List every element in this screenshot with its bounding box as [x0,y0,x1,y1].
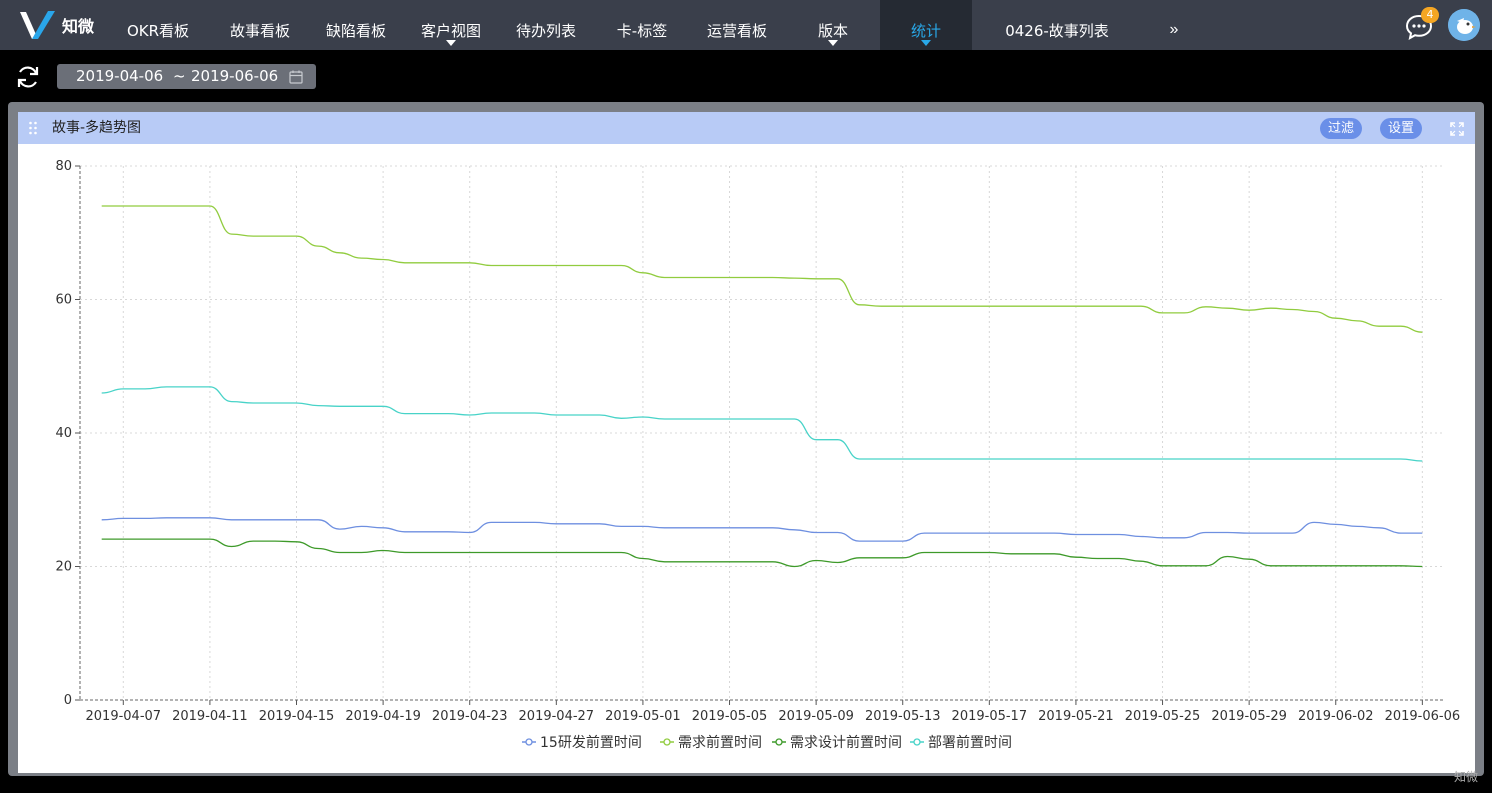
nav-item-8[interactable]: 统计 [880,0,972,50]
x-tick-label: 2019-06-06 [1385,709,1461,724]
avatar-bird-icon [1448,9,1480,41]
nav-item-label: 运营看板 [706,22,767,40]
filter-button[interactable]: 过滤 [1320,118,1363,139]
x-tick-label: 2019-04-19 [345,709,421,724]
nav-item-label: 卡-标签 [616,22,668,40]
nav-item-7[interactable]: 版本 [795,0,871,50]
date-start: 2019-04-06 [76,67,164,85]
logo-text: 知微 [62,17,95,36]
nav-item-label: 客户视图 [420,22,481,40]
x-tick-label: 2019-04-23 [432,709,508,724]
legend-label[interactable]: 需求前置时间 [678,734,762,751]
nav-item-5[interactable]: 卡-标签 [604,0,680,50]
calendar-icon[interactable] [289,70,303,84]
nav-item-label: 故事看板 [229,22,290,40]
x-tick-label: 2019-04-27 [519,709,595,724]
watermark: 知微 [1454,770,1479,784]
legend-marker-dot[interactable] [775,738,783,746]
y-tick-label: 0 [64,693,72,708]
nav-more-button[interactable]: » [1164,0,1184,50]
settings-button[interactable]: 设置 [1380,118,1423,139]
toolbar: 2019-04-06 ~ 2019-06-06 [0,50,1492,100]
top-nav-bar: 知微 OKR看板 故事看板 缺陷看板 客户视图 待办列表 卡-标签 运营看板 版本 统计 0426… [0,0,1492,50]
legend-label[interactable]: 部署前置时间 [928,734,1012,751]
nav-item-4[interactable]: 待办列表 [508,0,584,50]
date-separator: ~ [173,67,186,85]
x-tick-label: 2019-05-05 [692,709,768,724]
y-tick-label: 60 [55,293,72,308]
x-tick-label: 2019-05-21 [1038,709,1114,724]
x-tick-label: 2019-05-13 [865,709,941,724]
series-line-2[interactable] [101,538,1423,568]
legend-marker-dot[interactable] [525,738,533,746]
series-line-0[interactable] [101,517,1423,542]
chevron-down-icon [921,40,931,46]
legend-marker-dot[interactable] [913,738,921,746]
y-tick-label: 20 [55,560,72,575]
date-end: 2019-06-06 [191,67,279,85]
fullscreen-icon[interactable] [1450,122,1464,136]
x-tick-label: 2019-05-29 [1211,709,1287,724]
x-tick-label: 2019-05-01 [605,709,681,724]
logo[interactable]: 知微 [18,8,94,42]
x-tick-label: 2019-06-02 [1298,709,1374,724]
y-tick-label: 80 [55,159,72,174]
nav-item-label: 待办列表 [515,22,576,40]
chevron-down-icon [446,40,456,46]
panel-title: 故事-多趋势图 [52,120,142,136]
series-line-3[interactable] [101,386,1423,462]
nav-item-label: 0426-故事列表 [1005,22,1109,40]
x-tick-label: 2019-04-11 [172,709,248,724]
logo-v-icon [20,11,55,39]
panel-header: 故事-多趋势图 过滤 设置 [18,112,1475,144]
nav-item-9[interactable]: 0426-故事列表 [990,0,1124,50]
x-tick-label: 2019-04-07 [86,709,162,724]
x-tick-label: 2019-05-17 [952,709,1028,724]
nav-item-label: 版本 [817,22,848,40]
chevron-down-icon [828,40,838,46]
nav-item-1[interactable]: 故事看板 [222,0,298,50]
notification-badge: 4 [1421,7,1439,23]
trend-line-chart: 0 20 40 60 80 2019-04-07 2019-04-11 2019-04-15 2… [55,159,1461,751]
date-range-picker[interactable]: 2019-04-06 ~ 2019-06-06 [57,64,316,89]
nav-item-label: OKR看板 [126,22,190,40]
x-tick-label: 2019-05-09 [778,709,854,724]
legend-marker-dot[interactable] [663,738,671,746]
y-tick-label: 40 [55,426,72,441]
nav-item-2[interactable]: 缺陷看板 [318,0,394,50]
user-avatar[interactable] [1448,9,1480,41]
legend-label[interactable]: 15研发前置时间 [540,734,642,751]
nav-item-label: 缺陷看板 [325,22,386,40]
legend-label[interactable]: 需求设计前置时间 [790,734,902,751]
refresh-icon[interactable] [14,63,42,91]
x-tick-label: 2019-05-25 [1125,709,1201,724]
nav-item-label: 统计 [910,22,941,40]
nav-item-3[interactable]: 客户视图 [413,0,489,50]
drag-handle-icon[interactable] [28,121,38,135]
series-line-1[interactable] [101,205,1423,333]
nav-item-6[interactable]: 运营看板 [699,0,775,50]
x-tick-label: 2019-04-15 [259,709,335,724]
nav-item-0[interactable]: OKR看板 [118,0,198,50]
